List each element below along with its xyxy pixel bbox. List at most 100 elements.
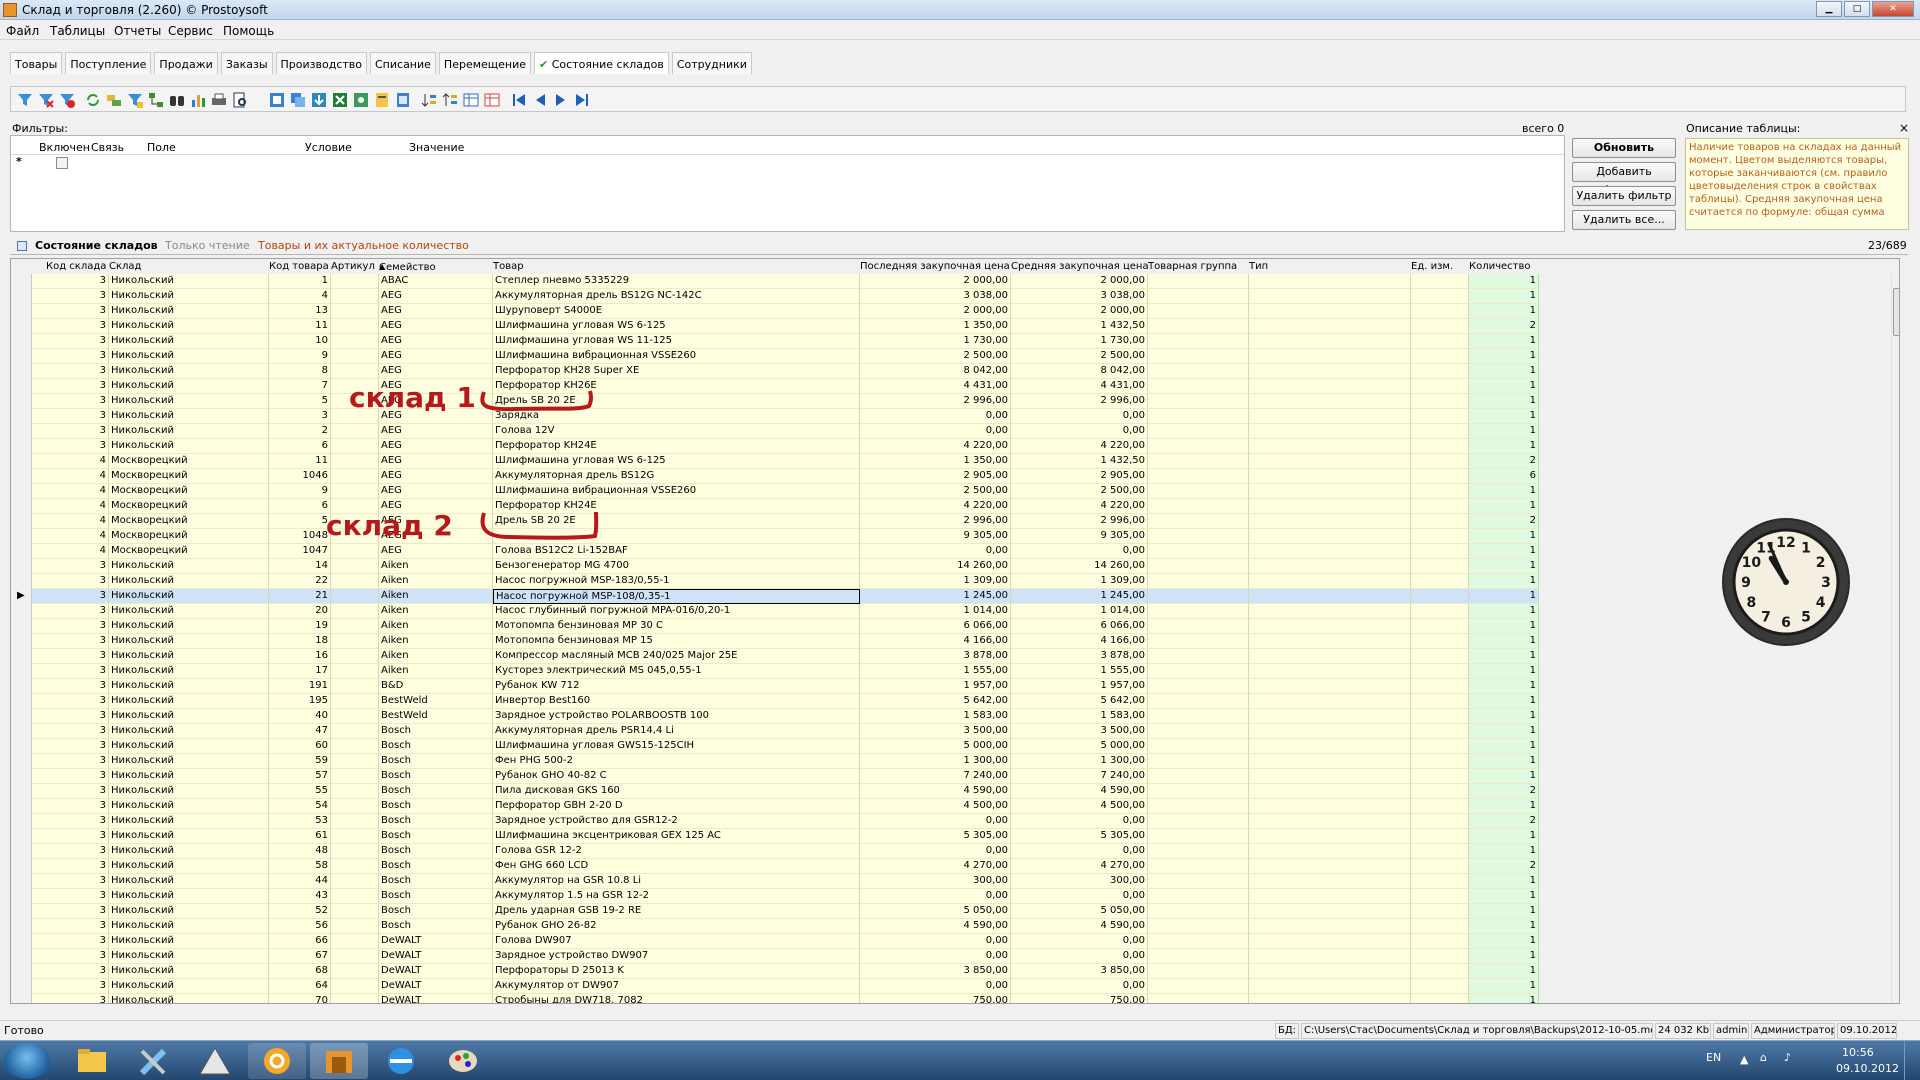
col-product-code[interactable]: Код товара	[269, 261, 329, 272]
copy-icon[interactable]	[290, 92, 306, 108]
tab-production[interactable]: Производство	[275, 52, 367, 74]
row-selector[interactable]	[11, 889, 32, 904]
cell-type[interactable]	[1249, 814, 1411, 829]
cell-quantity[interactable]: 1	[1469, 664, 1539, 679]
cell-type[interactable]	[1249, 679, 1411, 694]
cell-product[interactable]: Рубанок GHO 26-82	[493, 919, 860, 934]
cell-family[interactable]: BestWeld	[379, 709, 493, 724]
cell-avg-price[interactable]: 0,00	[1011, 844, 1148, 859]
cell-quantity[interactable]: 1	[1469, 424, 1539, 439]
cell-product-group[interactable]	[1148, 694, 1249, 709]
cell-type[interactable]	[1249, 739, 1411, 754]
row-selector[interactable]	[11, 664, 32, 679]
cell-type[interactable]	[1249, 994, 1411, 1003]
cell-type[interactable]	[1249, 484, 1411, 499]
cell-family[interactable]: AEG	[379, 319, 493, 334]
cell-avg-price[interactable]: 1 014,00	[1011, 604, 1148, 619]
cell-avg-price[interactable]: 3 850,00	[1011, 964, 1148, 979]
cell-product-group[interactable]	[1148, 724, 1249, 739]
cell-family[interactable]: AEG	[379, 439, 493, 454]
table-row[interactable]: 3 Никольский 66 DeWALT Голова DW907 0,00 0,00 1	[11, 934, 1899, 949]
taskbar-time[interactable]: 10:56	[1842, 1046, 1874, 1059]
table-row[interactable]: 3 Никольский 43 Bosch Аккумулятор 1.5 на GSR…	[11, 889, 1899, 904]
cell-type[interactable]	[1249, 664, 1411, 679]
cell-family[interactable]: Bosch	[379, 814, 493, 829]
cell-product-group[interactable]	[1148, 409, 1249, 424]
cell-article[interactable]	[331, 949, 379, 964]
cell-last-price[interactable]: 3 500,00	[860, 724, 1011, 739]
cell-family[interactable]: AEG	[379, 289, 493, 304]
export-icon[interactable]	[269, 92, 285, 108]
cell-avg-price[interactable]: 4 220,00	[1011, 499, 1148, 514]
cell-type[interactable]	[1249, 454, 1411, 469]
cell-quantity[interactable]: 1	[1469, 379, 1539, 394]
cell-family[interactable]: Aiken	[379, 589, 493, 604]
cell-warehouse-code[interactable]: 4	[32, 484, 109, 499]
cell-product-code[interactable]: 70	[269, 994, 331, 1003]
cell-last-price[interactable]: 1 309,00	[860, 574, 1011, 589]
cell-warehouse[interactable]: Никольский	[109, 979, 269, 994]
cell-article[interactable]	[331, 664, 379, 679]
cell-warehouse-code[interactable]: 3	[32, 814, 109, 829]
menu-file[interactable]: Файл	[6, 24, 39, 38]
cell-avg-price[interactable]: 300,00	[1011, 874, 1148, 889]
cell-warehouse-code[interactable]: 4	[32, 499, 109, 514]
cell-product-code[interactable]: 1048	[269, 529, 331, 544]
cell-unit[interactable]	[1411, 769, 1469, 784]
cell-avg-price[interactable]: 3 500,00	[1011, 724, 1148, 739]
cell-product[interactable]: Кусторез электрический MS 045,0,55-1	[493, 664, 860, 679]
cell-unit[interactable]	[1411, 904, 1469, 919]
cell-product[interactable]: Мотопомпа бензиновая MP 15	[493, 634, 860, 649]
chart-icon[interactable]	[190, 92, 206, 108]
cell-article[interactable]	[331, 619, 379, 634]
cell-product-code[interactable]: 47	[269, 724, 331, 739]
cell-product-code[interactable]: 18	[269, 634, 331, 649]
tab-receipts[interactable]: Поступление	[65, 52, 152, 74]
cell-avg-price[interactable]: 1 432,50	[1011, 454, 1148, 469]
cell-product[interactable]: Насос глубинный погружной MPA-016/0,20-1	[493, 604, 860, 619]
row-selector[interactable]	[11, 634, 32, 649]
table-row[interactable]: 4 Москворецкий 6 AEG Перфоратор KH24E 4 220,0…	[11, 499, 1899, 514]
cell-quantity[interactable]: 1	[1469, 304, 1539, 319]
cell-type[interactable]	[1249, 844, 1411, 859]
refresh-button[interactable]: Обновить	[1572, 138, 1676, 158]
cell-type[interactable]	[1249, 979, 1411, 994]
cell-family[interactable]: B&D	[379, 679, 493, 694]
cell-last-price[interactable]: 1 350,00	[860, 454, 1011, 469]
cell-last-price[interactable]: 4 220,00	[860, 499, 1011, 514]
cell-product[interactable]: Аккумуляторная дрель PSR14,4 Li	[493, 724, 860, 739]
cell-avg-price[interactable]: 0,00	[1011, 814, 1148, 829]
cell-product[interactable]: Аккумулятор на GSR 10.8 Li	[493, 874, 860, 889]
cell-unit[interactable]	[1411, 364, 1469, 379]
cell-product[interactable]: Компрессор масляный MCB 240/025 Major 25…	[493, 649, 860, 664]
cell-family[interactable]: DeWALT	[379, 949, 493, 964]
cell-unit[interactable]	[1411, 979, 1469, 994]
row-selector[interactable]	[11, 844, 32, 859]
cell-product[interactable]: Пила дисковая GKS 160	[493, 784, 860, 799]
cell-avg-price[interactable]: 1 300,00	[1011, 754, 1148, 769]
last-record-icon[interactable]	[574, 92, 590, 108]
cell-type[interactable]	[1249, 934, 1411, 949]
cell-product-code[interactable]: 11	[269, 319, 331, 334]
cell-type[interactable]	[1249, 544, 1411, 559]
row-selector[interactable]	[11, 559, 32, 574]
delete-filter-button[interactable]: Удалить фильтр	[1572, 186, 1676, 206]
cell-unit[interactable]	[1411, 919, 1469, 934]
cell-warehouse-code[interactable]: 3	[32, 844, 109, 859]
cell-family[interactable]: Aiken	[379, 574, 493, 589]
collapse-icon[interactable]	[17, 241, 27, 251]
cell-warehouse[interactable]: Москворецкий	[109, 529, 269, 544]
cell-quantity[interactable]: 1	[1469, 934, 1539, 949]
cell-product-group[interactable]	[1148, 784, 1249, 799]
cell-last-price[interactable]: 1 730,00	[860, 334, 1011, 349]
cell-family[interactable]: BestWeld	[379, 694, 493, 709]
cell-product[interactable]: Стробыны для DW718, 7082	[493, 994, 860, 1003]
table-row[interactable]: 3 Никольский 70 DeWALT Стробыны для DW718, 7…	[11, 994, 1899, 1003]
cell-quantity[interactable]: 1	[1469, 724, 1539, 739]
row-selector[interactable]	[11, 574, 32, 589]
row-selector[interactable]	[11, 949, 32, 964]
cell-type[interactable]	[1249, 889, 1411, 904]
cell-last-price[interactable]: 1 350,00	[860, 319, 1011, 334]
cell-family[interactable]: Aiken	[379, 649, 493, 664]
cell-warehouse[interactable]: Никольский	[109, 664, 269, 679]
